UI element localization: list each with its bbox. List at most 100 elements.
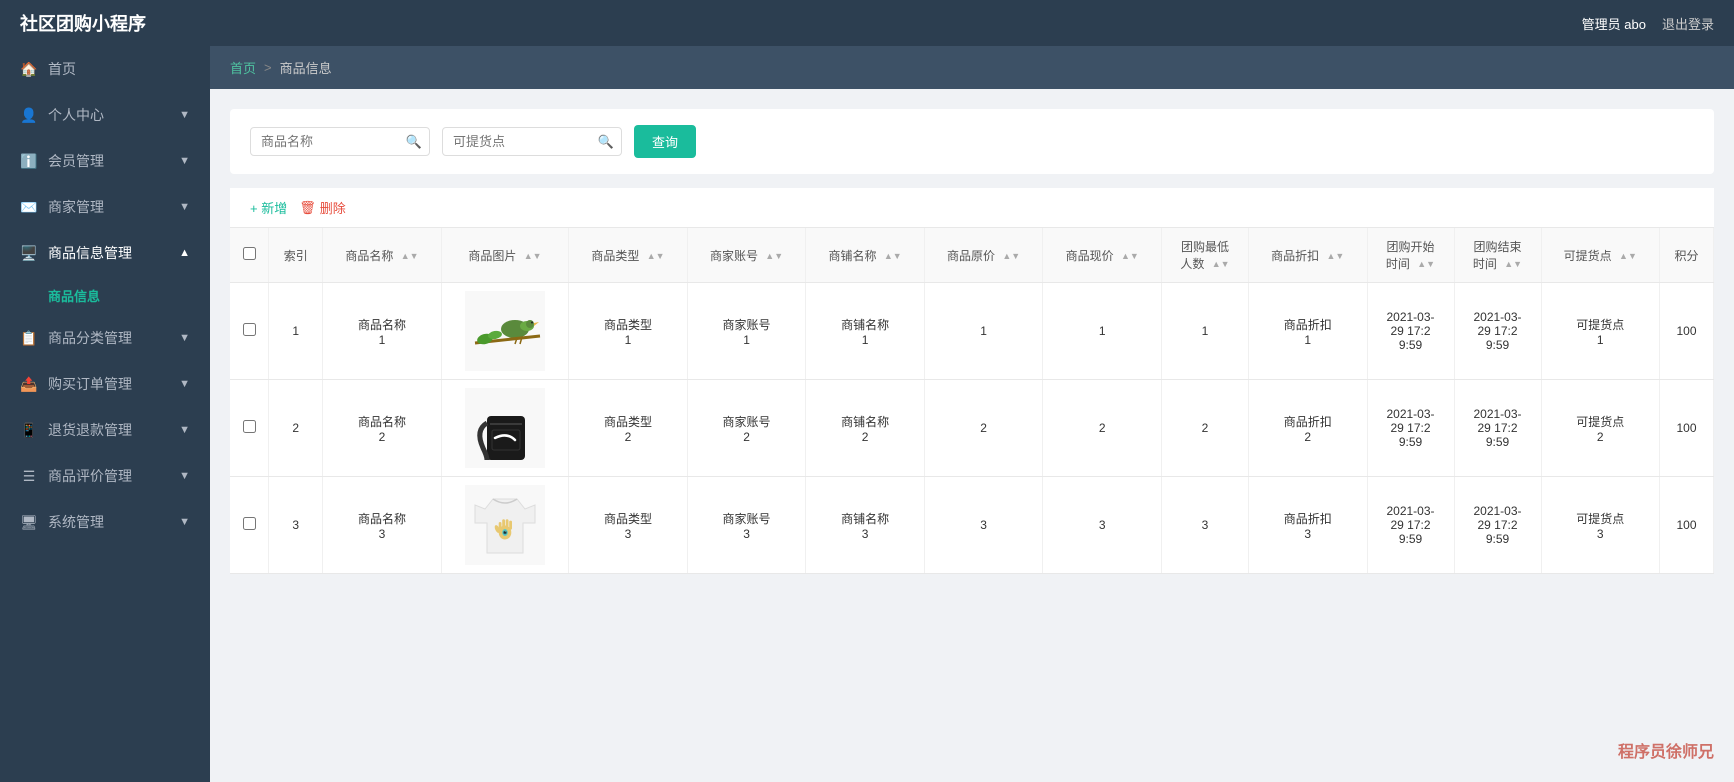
sidebar-label-refund-mgmt: 退货退款管理 [48,420,132,440]
monitor-icon: 🖥️ [20,245,38,262]
chevron-up-icon: ▲ [179,247,190,259]
sort-arrows-account[interactable]: ▲▼ [765,252,783,261]
sidebar-label-member: 会员管理 [48,151,104,171]
table-body: 1 商品名称1 商品类型1 商家账号1 商铺名称1 1 1 1 商品折扣1 20… [230,283,1714,574]
breadcrumb-home[interactable]: 首页 [230,58,256,77]
cell-shop: 商铺名称2 [806,380,925,477]
sidebar-item-order-mgmt[interactable]: 📤 购买订单管理 ▼ [0,361,210,407]
layout: 🏠 首页 👤 个人中心 ▼ ℹ️ 会员管理 ▼ ✉️ 商家管理 ▼ 🖥️ 商品信… [0,46,1734,782]
sort-arrows-discount[interactable]: ▲▼ [1326,252,1344,261]
sidebar-item-home[interactable]: 🏠 首页 [0,46,210,92]
cell-end-time: 2021-03-29 17:29:59 [1454,477,1541,574]
sort-arrows-shop[interactable]: ▲▼ [884,252,902,261]
cell-end-time: 2021-03-29 17:29:59 [1454,283,1541,380]
query-button[interactable]: 查询 [634,125,696,158]
pickup-point-input[interactable] [442,127,622,156]
send-icon: 📤 [20,376,38,393]
user-icon: 👤 [20,107,38,124]
th-shop: 商铺名称 ▲▼ [806,228,925,283]
chevron-down-icon: ▼ [179,470,190,482]
th-min-count: 团购最低人数 ▲▼ [1161,228,1248,283]
cell-index: 1 [269,283,323,380]
th-current-price: 商品现价 ▲▼ [1043,228,1162,283]
search-icon[interactable]: 🔍 [406,134,422,150]
table-row: 1 商品名称1 商品类型1 商家账号1 商铺名称1 1 1 1 商品折扣1 20… [230,283,1714,380]
logout-button[interactable]: 退出登录 [1662,14,1714,33]
sidebar-item-refund-mgmt[interactable]: 📱 退货退款管理 ▼ [0,407,210,453]
sort-arrows-type[interactable]: ▲▼ [647,252,665,261]
cell-type: 商品类型2 [569,380,688,477]
select-all-checkbox[interactable] [243,247,256,260]
cell-original-price: 3 [924,477,1043,574]
main-content: 首页 > 商品信息 🔍 🔍 查询 + 新增 [210,46,1734,782]
chevron-down-icon: ▼ [179,424,190,436]
cell-current-price: 3 [1043,477,1162,574]
cell-start-time: 2021-03-29 17:29:59 [1367,283,1454,380]
pickup-point-search-wrap: 🔍 [442,127,622,156]
th-checkbox [230,228,269,283]
cell-pickup: 可提货点3 [1541,477,1660,574]
sidebar-item-category-mgmt[interactable]: 📋 商品分类管理 ▼ [0,315,210,361]
delete-button[interactable]: 🗑 删除 [299,198,346,217]
th-name: 商品名称 ▲▼ [323,228,442,283]
table-panel: + 新增 🗑 删除 索引 [230,188,1714,574]
sidebar-item-review-mgmt[interactable]: ☰ 商品评价管理 ▼ [0,453,210,499]
sidebar-item-system-mgmt[interactable]: 🖥 系统管理 ▼ [0,499,210,545]
cell-original-price: 2 [924,380,1043,477]
sidebar-item-merchant[interactable]: ✉️ 商家管理 ▼ [0,184,210,230]
product-table: 索引 商品名称 ▲▼ 商品图片 ▲▼ 商品类型 [230,228,1714,574]
sort-arrows-end-time[interactable]: ▲▼ [1504,260,1522,269]
sort-arrows-img[interactable]: ▲▼ [524,252,542,261]
cell-name: 商品名称1 [323,283,442,380]
th-discount: 商品折扣 ▲▼ [1248,228,1367,283]
tablet-icon: 📱 [20,422,38,439]
th-type: 商品类型 ▲▼ [569,228,688,283]
sidebar-label-category-mgmt: 商品分类管理 [48,328,132,348]
sort-arrows-min-count[interactable]: ▲▼ [1212,260,1230,269]
cell-discount: 商品折扣1 [1248,283,1367,380]
sidebar-item-member[interactable]: ℹ️ 会员管理 ▼ [0,138,210,184]
sort-arrows-start-time[interactable]: ▲▼ [1417,260,1435,269]
sidebar-label-product-mgmt: 商品信息管理 [48,243,132,263]
product-name-input[interactable] [250,127,430,156]
cell-current-price: 2 [1043,380,1162,477]
cell-discount: 商品折扣2 [1248,380,1367,477]
sidebar-item-product-mgmt[interactable]: 🖥️ 商品信息管理 ▲ [0,230,210,276]
search-icon[interactable]: 🔍 [598,134,614,150]
chevron-down-icon: ▼ [179,201,190,213]
list-icon: 📋 [20,330,38,347]
toolbar: + 新增 🗑 删除 [230,188,1714,228]
chevron-down-icon: ▼ [179,332,190,344]
trash-icon: 🗑 [299,200,316,216]
cell-original-price: 1 [924,283,1043,380]
row-checkbox-0[interactable] [243,323,256,336]
row-checkbox-1[interactable] [243,420,256,433]
cell-img [441,283,569,380]
sort-arrows-name[interactable]: ▲▼ [401,252,419,261]
cell-name: 商品名称3 [323,477,442,574]
th-original-price: 商品原价 ▲▼ [924,228,1043,283]
breadcrumb: 首页 > 商品信息 [210,46,1734,89]
sidebar: 🏠 首页 👤 个人中心 ▼ ℹ️ 会员管理 ▼ ✉️ 商家管理 ▼ 🖥️ 商品信… [0,46,210,782]
sort-arrows-current-price[interactable]: ▲▼ [1121,252,1139,261]
cell-start-time: 2021-03-29 17:29:59 [1367,477,1454,574]
th-img: 商品图片 ▲▼ [441,228,569,283]
cell-img [441,380,569,477]
sidebar-item-profile[interactable]: 👤 个人中心 ▼ [0,92,210,138]
add-button[interactable]: + 新增 [250,198,287,217]
sort-arrows-original-price[interactable]: ▲▼ [1002,252,1020,261]
table-row: 2 商品名称2 商品类型2 商家账号2 商铺名称2 2 2 2 商品折扣2 20… [230,380,1714,477]
chevron-down-icon: ▼ [179,155,190,167]
sidebar-label-home: 首页 [48,59,76,79]
sidebar-item-product-info[interactable]: 商品信息 [0,276,210,315]
content-area: 🔍 🔍 查询 + 新增 🗑 删除 [210,89,1734,782]
home-icon: 🏠 [20,61,38,78]
th-start-time: 团购开始时间 ▲▼ [1367,228,1454,283]
info-icon: ℹ️ [20,153,38,170]
sort-arrows-pickup[interactable]: ▲▼ [1619,252,1637,261]
sidebar-label-system-mgmt: 系统管理 [48,512,104,532]
menu-icon: ☰ [20,468,38,485]
row-checkbox-2[interactable] [243,517,256,530]
header-right: 管理员 abo 退出登录 [1582,14,1714,33]
cell-points: 100 [1660,283,1714,380]
